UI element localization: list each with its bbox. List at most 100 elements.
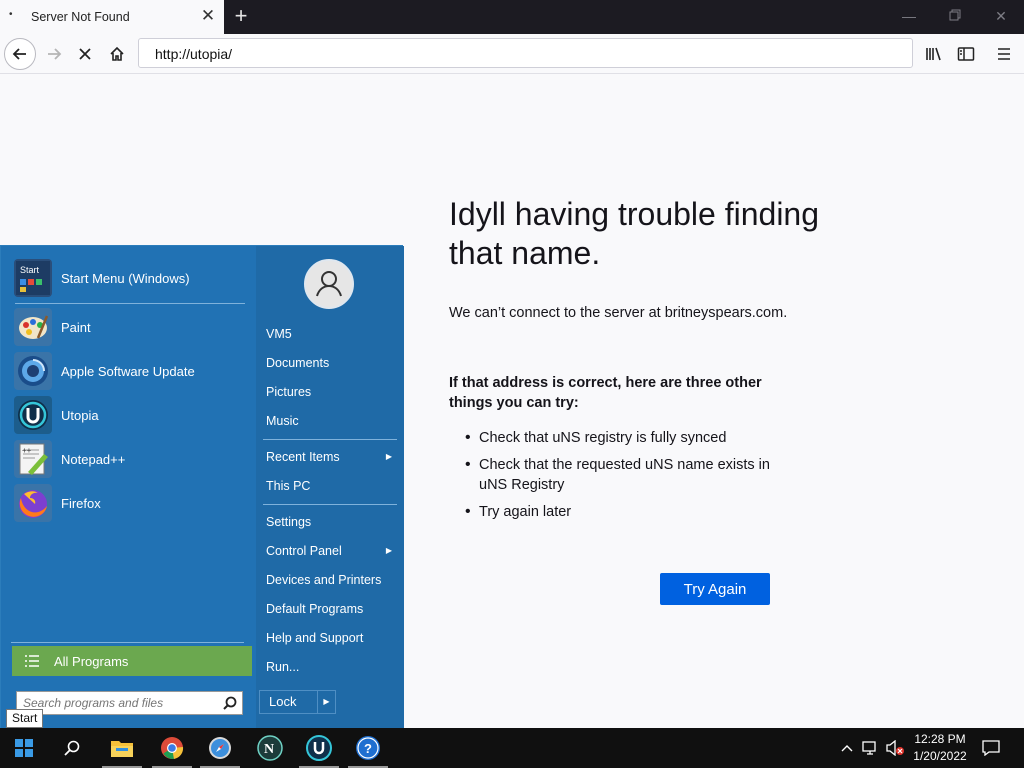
- lock-button[interactable]: Lock ▶: [259, 690, 336, 714]
- taskbar-chrome[interactable]: [148, 728, 196, 768]
- start-button[interactable]: [0, 728, 48, 768]
- places-item-default-programs[interactable]: Default Programs: [266, 596, 396, 622]
- taskbar-clock[interactable]: 12:28 PM 1/20/2022: [905, 731, 975, 765]
- library-button[interactable]: [918, 38, 950, 70]
- program-label: Utopia: [61, 407, 99, 423]
- url-bar[interactable]: http://utopia/: [138, 38, 913, 68]
- taskbar-nexus[interactable]: N: [246, 728, 294, 768]
- places-item-pictures[interactable]: Pictures: [266, 379, 396, 405]
- places-item-music[interactable]: Music: [266, 408, 396, 434]
- minimize-icon[interactable]: —: [899, 8, 919, 26]
- search-icon[interactable]: [222, 695, 238, 711]
- start-search-box[interactable]: [16, 691, 243, 715]
- navigation-toolbar: http://utopia/: [0, 34, 1024, 74]
- places-item-devices-and-printers[interactable]: Devices and Printers: [266, 567, 396, 593]
- start-menu-icon: Start: [14, 259, 52, 297]
- help-icon: ?: [356, 736, 380, 760]
- list-icon: [25, 655, 39, 667]
- all-programs-label: All Programs: [54, 653, 129, 669]
- tab-title: Server Not Found: [31, 10, 130, 24]
- tab-loading-indicator: •: [9, 9, 13, 20]
- taskbar-help[interactable]: ?: [344, 728, 392, 768]
- user-avatar[interactable]: [304, 259, 354, 309]
- sidebar-icon: [957, 47, 975, 61]
- taskbar-safari[interactable]: [196, 728, 244, 768]
- places-item-documents[interactable]: Documents: [266, 350, 396, 376]
- submenu-arrow-icon: ▶: [385, 546, 392, 555]
- program-label: Paint: [61, 319, 91, 335]
- places-item-run[interactable]: Run...: [266, 654, 396, 680]
- program-paint[interactable]: Paint: [14, 307, 249, 347]
- forward-button[interactable]: [38, 38, 70, 70]
- stop-button[interactable]: [69, 38, 101, 70]
- divider: [263, 504, 397, 505]
- program-apple-software-update[interactable]: Apple Software Update: [14, 351, 249, 391]
- network-tray-button[interactable]: [860, 728, 882, 768]
- browser-tab-bar: • Server Not Found ✕ + — ✕: [0, 0, 1024, 34]
- submenu-arrow-icon: ▶: [385, 452, 392, 461]
- forward-arrow-icon: [48, 48, 62, 60]
- lock-label: Lock: [269, 694, 297, 709]
- taskbar-search-button[interactable]: [48, 728, 96, 768]
- divider: [15, 303, 245, 304]
- clock-date: 1/20/2022: [913, 749, 967, 763]
- close-window-icon[interactable]: ✕: [991, 8, 1011, 26]
- svg-text:Start: Start: [20, 265, 40, 275]
- nexus-icon: N: [257, 735, 283, 761]
- safari-icon: [209, 737, 231, 759]
- stop-icon: [79, 48, 91, 60]
- places-item-control-panel[interactable]: Control Panel ▶: [266, 538, 396, 564]
- taskbar-file-explorer[interactable]: [98, 728, 146, 768]
- places-item-label: Recent Items: [266, 450, 340, 464]
- program-firefox[interactable]: Firefox: [14, 483, 249, 523]
- back-arrow-icon: [12, 48, 26, 60]
- chevron-up-icon: [841, 745, 853, 752]
- program-label: Notepad++: [61, 451, 126, 467]
- svg-text:N: N: [264, 742, 274, 757]
- network-icon: [862, 741, 876, 755]
- tab-close-icon[interactable]: ✕: [199, 7, 217, 25]
- suggestion-list: Check that uNS registry is fully synced …: [465, 428, 795, 529]
- error-title: Idyll having trouble finding that name.: [449, 196, 820, 271]
- program-notepadpp[interactable]: ++ Notepad++: [14, 439, 249, 479]
- browser-tab[interactable]: • Server Not Found ✕: [0, 0, 224, 34]
- power-options-arrow-icon[interactable]: ▶: [317, 691, 335, 713]
- list-item: Try again later: [465, 502, 795, 522]
- file-explorer-icon: [111, 741, 133, 757]
- app-menu-button[interactable]: [988, 38, 1020, 70]
- sidebar-button[interactable]: [950, 38, 982, 70]
- places-item-this-pc[interactable]: This PC: [266, 473, 396, 499]
- svg-text:?: ?: [364, 741, 372, 756]
- url-text[interactable]: http://utopia/: [155, 46, 232, 62]
- notepadpp-icon: ++: [14, 440, 52, 478]
- restore-icon[interactable]: [945, 8, 965, 26]
- windows-logo-icon: [15, 739, 33, 757]
- start-tooltip: Start: [6, 709, 44, 728]
- hamburger-menu-icon: [998, 48, 1010, 60]
- volume-tray-button[interactable]: [884, 728, 906, 768]
- program-utopia[interactable]: Utopia: [14, 395, 249, 435]
- error-message: We can’t connect to the server at britne…: [449, 305, 788, 321]
- divider: [11, 642, 244, 643]
- new-tab-icon[interactable]: +: [231, 5, 251, 27]
- places-item-help-and-support[interactable]: Help and Support: [266, 625, 396, 651]
- program-start-menu-windows[interactable]: Start Start Menu (Windows): [14, 258, 249, 298]
- clock-time: 12:28 PM: [914, 732, 966, 746]
- places-item-vm5[interactable]: VM5: [266, 321, 396, 347]
- start-search-input[interactable]: [23, 694, 218, 712]
- try-again-button[interactable]: Try Again: [660, 573, 770, 605]
- taskbar-utopia[interactable]: [295, 728, 343, 768]
- places-item-label: Control Panel: [266, 544, 342, 558]
- list-item: Check that uNS registry is fully synced: [465, 428, 795, 448]
- chrome-icon: [161, 737, 184, 760]
- utopia-icon: [306, 735, 332, 761]
- notifications-button[interactable]: [980, 728, 1002, 768]
- all-programs-button[interactable]: All Programs: [12, 646, 252, 676]
- notification-icon: [982, 740, 1000, 756]
- show-hidden-icons-button[interactable]: [838, 728, 856, 768]
- home-button[interactable]: [101, 38, 133, 70]
- places-item-recent-items[interactable]: Recent Items ▶: [266, 444, 396, 470]
- library-icon: [926, 47, 941, 61]
- back-button[interactable]: [4, 38, 36, 70]
- places-item-settings[interactable]: Settings: [266, 509, 396, 535]
